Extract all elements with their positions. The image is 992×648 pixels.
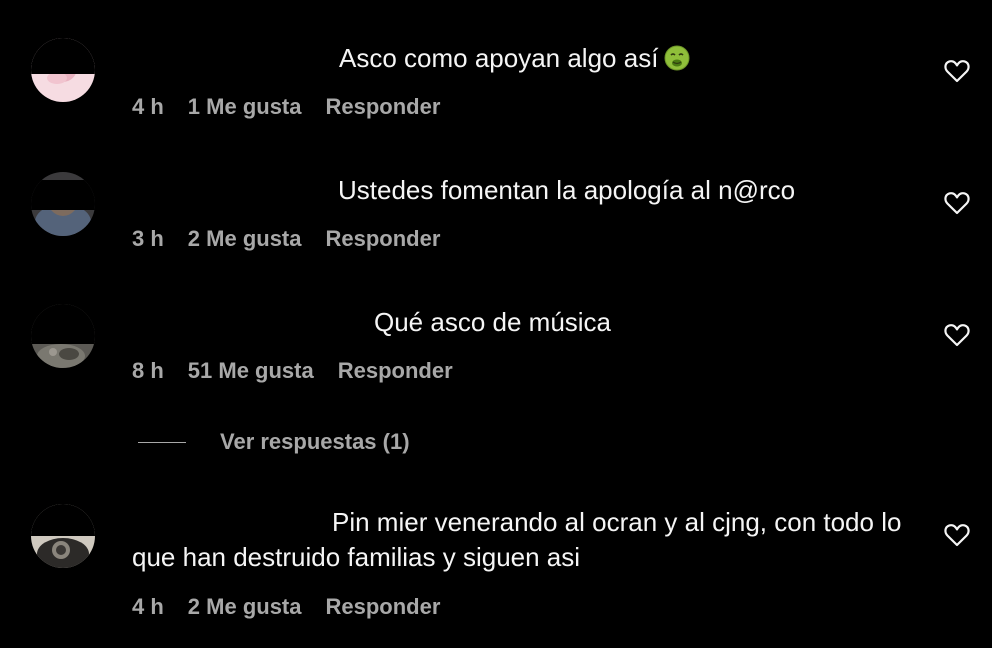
- comment-meta: 4 h 1 Me gusta Responder: [132, 94, 440, 120]
- reply-button[interactable]: Responder: [338, 358, 453, 384]
- heart-icon[interactable]: [944, 523, 970, 547]
- comment-text: Ustedes fomentan la apología al n@rco: [338, 175, 796, 205]
- view-replies-label: Ver respuestas (1): [220, 429, 410, 454]
- like-count[interactable]: 2 Me gusta: [188, 226, 302, 252]
- view-replies-button[interactable]: Ver respuestas (1): [138, 424, 410, 460]
- replies-divider: [138, 441, 186, 443]
- comment-time: 8 h: [132, 358, 164, 383]
- like-count[interactable]: 2 Me gusta: [188, 594, 302, 620]
- heart-icon[interactable]: [944, 59, 970, 83]
- comment-meta: 3 h 2 Me gusta Responder: [132, 226, 440, 252]
- like-count[interactable]: 51 Me gusta: [188, 358, 314, 384]
- avatar[interactable]: [31, 38, 95, 102]
- avatar[interactable]: [31, 504, 95, 568]
- comment-text: Asco como apoyan algo así: [339, 43, 659, 73]
- comment-time: 4 h: [132, 94, 164, 119]
- like-count[interactable]: 1 Me gusta: [188, 94, 302, 120]
- reply-button[interactable]: Responder: [326, 226, 441, 252]
- avatar[interactable]: [31, 172, 95, 236]
- comment-meta: 8 h 51 Me gusta Responder: [132, 358, 453, 384]
- heart-icon[interactable]: [944, 323, 970, 347]
- comment-text: Pin mier venerando al ocran y al cjng, c…: [132, 507, 902, 572]
- comment-time: 3 h: [132, 226, 164, 251]
- comment-text: Qué asco de música: [374, 307, 612, 337]
- nauseated-face-emoji: [664, 45, 690, 80]
- heart-icon[interactable]: [944, 191, 970, 215]
- reply-button[interactable]: Responder: [326, 94, 441, 120]
- comment-time: 4 h: [132, 594, 164, 619]
- reply-button[interactable]: Responder: [326, 594, 441, 620]
- avatar[interactable]: [31, 304, 95, 368]
- comment-meta: 4 h 2 Me gusta Responder: [132, 594, 440, 620]
